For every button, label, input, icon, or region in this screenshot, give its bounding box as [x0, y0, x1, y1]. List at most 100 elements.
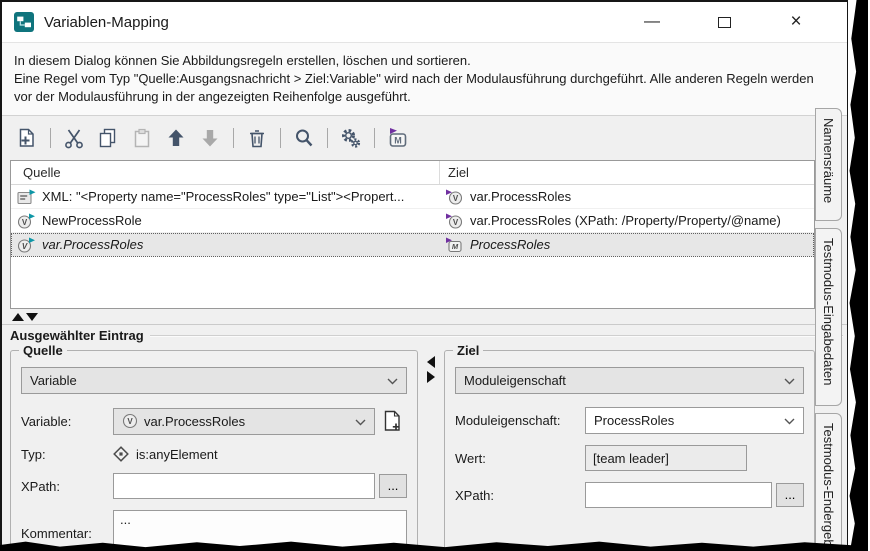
variable-icon: V [445, 189, 464, 205]
clipboard-icon [131, 127, 153, 149]
paste-button[interactable] [129, 125, 155, 151]
arrow-up-icon [165, 127, 187, 149]
selected-entry-header: Ausgewählter Eintrag [2, 325, 847, 343]
selected-entry-title: Ausgewählter Eintrag [10, 328, 144, 343]
search-button[interactable] [291, 125, 317, 151]
side-tab-strip: Namensräume Testmodus-Eingabedaten Testm… [815, 108, 842, 551]
settings-button[interactable] [338, 125, 364, 151]
source-text: NewProcessRole [42, 213, 142, 228]
svg-text:M: M [452, 242, 459, 251]
table-row[interactable]: XML: "<Property name="ProcessRoles" type… [11, 185, 814, 209]
mapping-app-icon [14, 12, 34, 32]
new-document-icon [381, 409, 405, 433]
window-title: Variablen-Mapping [44, 14, 169, 31]
copy-icon [97, 127, 119, 149]
torn-edge-right [846, 0, 868, 551]
table-row[interactable]: V NewProcessRole V var.ProcessRoles (XPa… [11, 209, 814, 233]
minimize-button[interactable]: — [639, 9, 665, 35]
toolbar-separator [327, 128, 328, 148]
comment-label: Kommentar: [21, 526, 113, 541]
source-xpath-browse-button[interactable]: ... [379, 474, 407, 498]
chevron-down-icon [355, 419, 366, 426]
collapse-up-icon[interactable] [12, 313, 24, 321]
toolbar: M [2, 116, 847, 160]
description-line-1: In diesem Dialog können Sie Abbildungsre… [14, 52, 835, 70]
svg-text:M: M [394, 136, 402, 146]
column-header-quelle[interactable]: Quelle [11, 161, 440, 184]
any-element-type-icon [113, 446, 129, 462]
module-property-value: ProcessRoles [594, 413, 674, 428]
svg-text:V: V [453, 218, 459, 227]
variable-combobox[interactable]: V var.ProcessRoles [113, 408, 375, 435]
module-property-label: Moduleigenschaft: [455, 413, 585, 428]
svg-text:V: V [22, 242, 28, 251]
horizontal-splitter[interactable] [2, 309, 847, 325]
svg-text:V: V [453, 194, 459, 203]
tab-testmodus-eingabedaten[interactable]: Testmodus-Eingabedaten [815, 228, 842, 406]
source-group: Quelle Variable Variable: V var.ProcessR… [10, 350, 418, 551]
toolbar-separator [374, 128, 375, 148]
header-rule [150, 335, 843, 337]
type-value: is:anyElement [136, 447, 218, 462]
move-up-button[interactable] [163, 125, 189, 151]
vertical-splitter[interactable] [418, 350, 444, 551]
column-header-ziel[interactable]: Ziel [440, 161, 814, 184]
variable-label: Variable: [21, 414, 113, 429]
tab-namensraeume[interactable]: Namensräume [815, 108, 842, 221]
source-cell: V var.ProcessRoles [11, 237, 440, 253]
cut-button[interactable] [61, 125, 87, 151]
target-xpath-input[interactable] [585, 482, 772, 508]
variable-icon: V [445, 213, 464, 229]
type-label: Typ: [21, 447, 113, 462]
target-text: var.ProcessRoles (XPath: /Property/Prope… [470, 213, 781, 228]
tab-testmodus-endergebnisse[interactable]: Testmodus-Endergebnisse [815, 413, 842, 551]
chevron-down-icon [784, 378, 795, 385]
target-type-value: Moduleigenschaft [464, 373, 566, 388]
table-row-selected[interactable]: V var.ProcessRoles M ProcessRoles [11, 233, 814, 257]
table-header: Quelle Ziel [11, 161, 814, 185]
target-type-select[interactable]: Moduleigenschaft [455, 367, 804, 394]
value-readonly-field: [team leader] [585, 445, 747, 471]
chevron-down-icon [784, 418, 795, 425]
arrow-down-icon [199, 127, 221, 149]
collapse-left-icon[interactable] [427, 356, 435, 368]
xml-message-icon [17, 189, 36, 205]
scissors-icon [64, 127, 84, 149]
module-property-combobox[interactable]: ProcessRoles [585, 407, 804, 434]
source-type-select[interactable]: Variable [21, 367, 407, 394]
variable-icon: V [122, 413, 138, 429]
close-button[interactable]: × [783, 9, 809, 35]
target-group-title: Ziel [453, 343, 483, 358]
variable-icon: V [17, 213, 36, 229]
trash-icon [246, 127, 268, 149]
xpath-label: XPath: [455, 488, 585, 503]
module-mapping-button[interactable]: M [385, 125, 411, 151]
title-bar: Variablen-Mapping — × [2, 2, 847, 42]
screenshot-stage: Variablen-Mapping — × In diesem Dialog k… [0, 0, 870, 551]
toolbar-separator [233, 128, 234, 148]
source-xpath-input[interactable] [113, 473, 375, 499]
new-rule-button[interactable] [14, 125, 40, 151]
mapping-rules-table: Quelle Ziel XML: "<Property name="Proces… [10, 160, 815, 309]
source-cell: XML: "<Property name="ProcessRoles" type… [11, 189, 440, 205]
collapse-right-icon[interactable] [427, 371, 435, 383]
target-cell: V var.ProcessRoles (XPath: /Property/Pro… [440, 213, 814, 229]
module-property-icon: M [445, 237, 464, 253]
variable-value: var.ProcessRoles [144, 414, 245, 429]
source-type-value: Variable [30, 373, 77, 388]
new-variable-button[interactable] [379, 407, 407, 435]
target-text: var.ProcessRoles [470, 189, 571, 204]
target-xpath-browse-button[interactable]: ... [776, 483, 804, 507]
detail-panels: Quelle Variable Variable: V var.ProcessR… [10, 350, 815, 551]
svg-text:V: V [22, 218, 28, 227]
move-down-button[interactable] [197, 125, 223, 151]
window-controls: — × [639, 9, 809, 35]
collapse-down-icon[interactable] [26, 313, 38, 321]
svg-text:V: V [127, 417, 133, 426]
maximize-button[interactable] [711, 9, 737, 35]
description-line-2: Eine Regel vom Typ "Quelle:Ausgangsnachr… [14, 70, 835, 88]
copy-button[interactable] [95, 125, 121, 151]
chevron-down-icon [387, 378, 398, 385]
toolbar-separator [50, 128, 51, 148]
delete-button[interactable] [244, 125, 270, 151]
